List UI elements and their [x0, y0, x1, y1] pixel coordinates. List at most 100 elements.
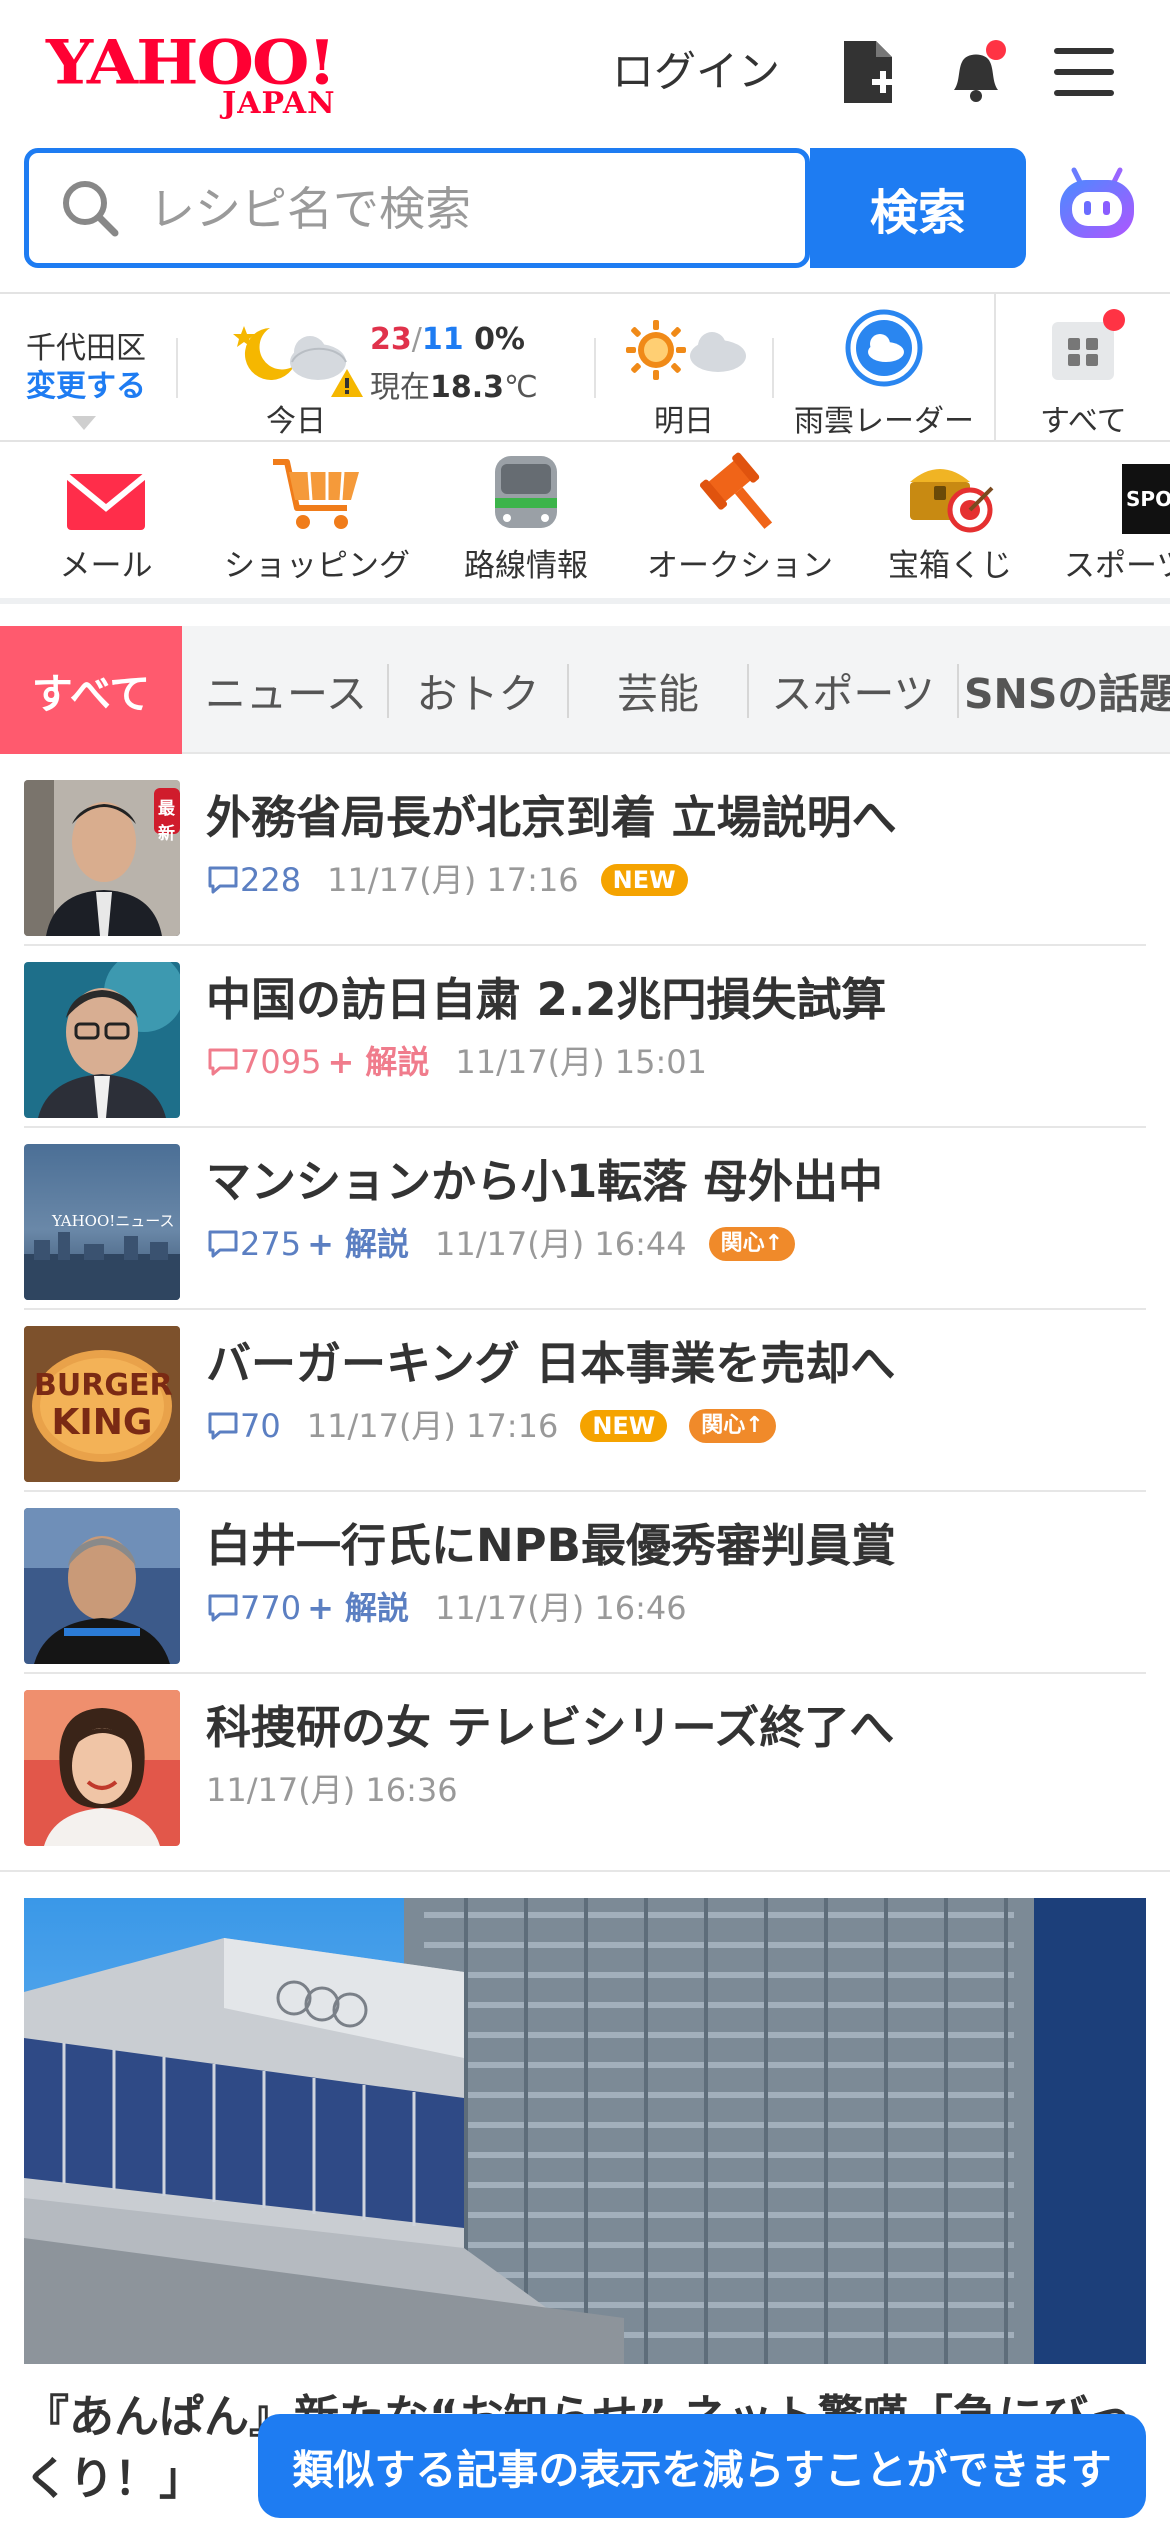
news-thumbnail: YAHOO!ニュース	[24, 1144, 180, 1300]
hide-similar-toast[interactable]: 類似する記事の表示を減らすことができます	[258, 2414, 1146, 2518]
tab-divider	[387, 664, 389, 718]
yahoo-news-watermark: YAHOO!ニュース	[52, 1212, 175, 1230]
service-label: ショッピング	[224, 548, 410, 584]
news-title[interactable]: バーガーキング 日本事業を売却へ	[206, 1334, 895, 1394]
search-icon	[59, 177, 121, 243]
add-document-icon[interactable]	[832, 36, 904, 108]
news-item[interactable]: YAHOO!ニュース マンションから小1転落 母外出中 275 + 解説 11/…	[24, 1128, 1146, 1310]
notification-bell-icon[interactable]	[940, 36, 1012, 108]
cart-icon	[212, 444, 422, 534]
tab-sns[interactable]: SNSの話題	[964, 626, 1170, 754]
temp-unit: ℃	[504, 370, 538, 405]
news-item[interactable]: 白井一行氏にNPB最優秀審判員賞 770 + 解説 11/17(月) 16:46	[24, 1492, 1146, 1674]
news-item[interactable]: 中国の訪日自粛 2.2兆円損失試算 7095 + 解説 11/17(月) 15:…	[24, 946, 1146, 1128]
menu-icon[interactable]	[1048, 36, 1120, 108]
news-meta: 275 + 解説 11/17(月) 16:44 関心↑	[206, 1224, 796, 1264]
service-treasure[interactable]: 宝箱くじ	[880, 444, 1020, 594]
interest-rising-badge: 関心↑	[708, 1227, 796, 1261]
search-box[interactable]: レシピ名で検索	[24, 148, 810, 268]
comment-number: 70	[240, 1407, 281, 1445]
feature-image[interactable]	[24, 1898, 1146, 2364]
search-input-placeholder[interactable]: レシピ名で検索	[149, 179, 471, 239]
news-title[interactable]: 白井一行氏にNPB最優秀審判員賞	[206, 1516, 896, 1576]
sports-logo: SPO	[1122, 464, 1170, 534]
precip-chance: 0%	[474, 322, 525, 357]
news-meta: 770 + 解説 11/17(月) 16:46	[206, 1588, 687, 1628]
service-label: 宝箱くじ	[888, 548, 1012, 584]
divider	[994, 294, 996, 440]
comment-count[interactable]: 7095 + 解説	[206, 1042, 429, 1082]
yahoo-japan-logo[interactable]: YAHOO! JAPAN	[46, 26, 366, 121]
rain-radar[interactable]: 雨雲レーダー	[790, 308, 980, 439]
all-label: すべて	[1040, 404, 1127, 439]
news-time: 11/17(月) 16:44	[435, 1225, 687, 1263]
interest-rising-badge: 関心↑	[689, 1409, 776, 1443]
all-services-button[interactable]: すべて	[1020, 308, 1150, 439]
news-meta: 7095 + 解説 11/17(月) 15:01	[206, 1042, 707, 1082]
comment-count[interactable]: 228	[206, 860, 301, 900]
ai-assistant-icon[interactable]	[1054, 164, 1140, 250]
breaking-badge: 最新	[158, 799, 175, 844]
service-shopping[interactable]: ショッピング	[212, 444, 422, 594]
divider	[772, 338, 774, 398]
service-auction[interactable]: オークション	[640, 444, 840, 594]
comment-count[interactable]: 70	[206, 1406, 281, 1446]
tab-deals[interactable]: おトク	[390, 626, 566, 754]
news-time: 11/17(月) 16:36	[206, 1771, 458, 1809]
news-item[interactable]: 最新 外務省局長が北京到着 立場説明へ 228 11/17(月) 17:16 N…	[24, 764, 1146, 946]
new-badge: NEW	[580, 1410, 668, 1442]
tab-all[interactable]: すべて	[0, 626, 182, 754]
location-caret-icon	[72, 416, 96, 430]
tab-entertainment[interactable]: 芸能	[570, 626, 746, 754]
radar-label: 雨雲レーダー	[794, 404, 974, 439]
news-meta: 11/17(月) 16:36	[206, 1770, 458, 1810]
comment-icon	[208, 866, 238, 894]
weather-today[interactable]: 今日 23/11 0% 現在18.3℃	[230, 312, 560, 439]
comment-icon	[208, 1412, 238, 1440]
search-button[interactable]: 検索	[810, 148, 1026, 268]
news-title[interactable]: マンションから小1転落 母外出中	[206, 1152, 883, 1212]
login-link[interactable]: ログイン	[612, 44, 780, 100]
news-thumbnail: 最新	[24, 780, 180, 936]
comment-number: 770	[240, 1589, 302, 1627]
today-label: 今日	[266, 404, 326, 439]
divider	[176, 338, 178, 398]
news-item[interactable]: BURGER KING バーガーキング 日本事業を売却へ 70 11/17(月)…	[24, 1310, 1146, 1492]
news-title[interactable]: 中国の訪日自粛 2.2兆円損失試算	[206, 970, 886, 1030]
news-item[interactable]: 科捜研の女 テレビシリーズ終了へ 11/17(月) 16:36	[24, 1674, 1146, 1856]
service-transit[interactable]: 路線情報	[452, 444, 600, 594]
treasure-icon	[880, 444, 1020, 534]
new-badge: NEW	[600, 864, 688, 896]
location-name: 千代田区	[26, 331, 146, 366]
section-divider	[0, 1870, 1170, 1872]
sun-cloud-icon	[622, 318, 752, 386]
tab-sports[interactable]: スポーツ	[750, 626, 956, 754]
tab-divider	[747, 664, 749, 718]
change-location-link[interactable]: 変更する	[26, 368, 146, 406]
today-temps: 23/11 0%	[370, 322, 525, 357]
comment-count[interactable]: 275 + 解説	[206, 1224, 409, 1264]
logo-sub: JAPAN	[222, 86, 336, 121]
tomorrow-label: 明日	[654, 404, 714, 439]
tab-news[interactable]: ニュース	[188, 626, 384, 754]
news-meta: 228 11/17(月) 17:16 NEW	[206, 860, 688, 900]
tab-divider	[567, 664, 569, 718]
comment-icon	[208, 1230, 238, 1258]
header: YAHOO! JAPAN ログイン	[0, 0, 1170, 148]
kaisetsu-label: + 解説	[307, 1225, 410, 1263]
weather-location[interactable]: 千代田区 変更する	[26, 330, 146, 406]
news-title[interactable]: 科捜研の女 テレビシリーズ終了へ	[206, 1698, 894, 1758]
kaisetsu-label: + 解説	[307, 1589, 410, 1627]
current-temp: 現在18.3℃	[370, 362, 538, 406]
logo-main: YAHOO!	[46, 26, 336, 99]
comment-icon	[208, 1048, 238, 1076]
service-sports[interactable]: SPO スポーツ	[1064, 444, 1170, 594]
news-time: 11/17(月) 16:46	[435, 1589, 687, 1627]
news-title[interactable]: 外務省局長が北京到着 立場説明へ	[206, 788, 897, 848]
comment-count[interactable]: 770 + 解説	[206, 1588, 409, 1628]
burger-logo-text: BURGER	[34, 1368, 173, 1403]
service-mail[interactable]: メール	[36, 444, 176, 594]
news-time: 11/17(月) 17:16	[327, 861, 579, 899]
news-time: 11/17(月) 17:16	[306, 1407, 559, 1445]
weather-tomorrow[interactable]: 明日	[618, 312, 768, 439]
